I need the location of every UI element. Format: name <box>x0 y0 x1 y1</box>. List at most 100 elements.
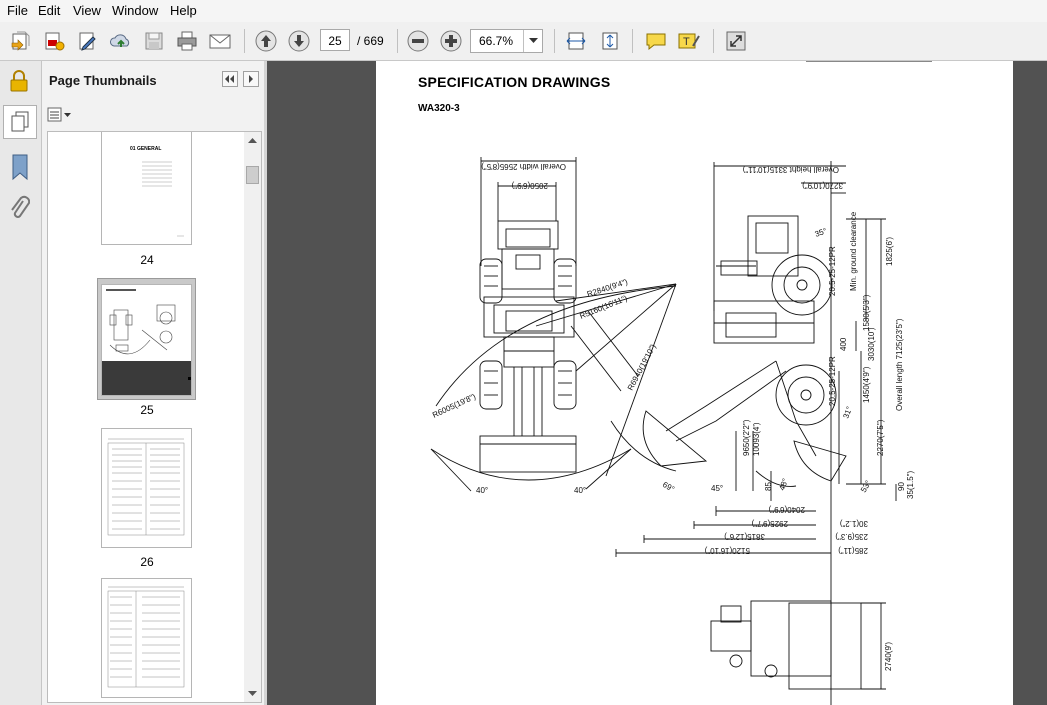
page-total: / 669 <box>357 34 384 48</box>
page-thumbnail-25[interactable] <box>101 284 192 396</box>
menu-edit[interactable]: Edit <box>38 3 60 18</box>
comment-icon[interactable] <box>643 28 669 54</box>
chevron-down-icon[interactable] <box>523 30 543 52</box>
double-chevron-left-icon <box>225 75 234 83</box>
next-panel-button[interactable] <box>243 71 259 87</box>
expand-icon[interactable] <box>723 28 749 54</box>
dim-a48: 48° <box>777 477 790 491</box>
menu-file[interactable]: File <box>7 3 28 18</box>
toolbar-separator <box>554 29 555 53</box>
dim-9650: 9650(2'2") <box>742 419 751 456</box>
thumbnail-list: 01 GENERAL 24 25 26 <box>47 131 262 703</box>
dim-overall-length: Overall length 7125(23'5") <box>895 318 904 411</box>
open-icon[interactable] <box>8 28 34 54</box>
scroll-down-icon[interactable] <box>244 686 261 700</box>
dim-a45: 45° <box>711 484 723 493</box>
menu-view[interactable]: View <box>73 3 101 18</box>
thumbnail-label: 26 <box>140 555 154 569</box>
dim-1580: 1580(5'3") <box>862 294 871 331</box>
toolbar: 25 / 669 66.7% T <box>0 22 1047 61</box>
toolbar-separator <box>632 29 633 53</box>
dim-1450: 1450(4'9") <box>862 366 871 403</box>
menu-help[interactable]: Help <box>170 3 197 18</box>
dim-2270: 2270(7'5") <box>876 419 885 456</box>
dim-35: 35(1.5") <box>906 470 915 499</box>
thumbnail-options-button[interactable] <box>47 107 73 126</box>
thumbnail-page-content <box>102 289 191 395</box>
zoom-in-icon[interactable] <box>438 28 464 54</box>
toolbar-separator <box>397 29 398 53</box>
zoom-select[interactable]: 66.7% <box>470 29 543 53</box>
pages-icon <box>11 111 29 132</box>
navigation-strip <box>0 61 42 705</box>
email-icon[interactable] <box>207 28 233 54</box>
menu-bar: File Edit View Window Help <box>0 0 1047 22</box>
dim-30: 30(1.2") <box>839 519 868 528</box>
print-icon[interactable] <box>174 28 200 54</box>
highlight-text-icon[interactable]: T <box>676 28 702 54</box>
dim-cab-height: 3270(10'9") <box>802 181 843 190</box>
edit-icon[interactable] <box>75 28 101 54</box>
scroll-thumb[interactable] <box>246 166 259 184</box>
dim-overall-height: Overall height 3315(10'11") <box>742 165 839 174</box>
dimension-labels: Overall width 2565(8'5") 2050(6'9") Over… <box>431 162 915 671</box>
collapse-panel-button[interactable] <box>222 71 238 87</box>
page-thumbnail-24[interactable]: 01 GENERAL <box>101 132 192 245</box>
toolbar-separator <box>244 29 245 53</box>
dim-min-clearance: Min. ground clearance <box>849 211 858 291</box>
thumbnail-scrollbar[interactable] <box>244 132 261 702</box>
dim-angle-left: 40° <box>476 486 488 495</box>
menu-window[interactable]: Window <box>112 3 158 18</box>
attachments-icon[interactable] <box>8 195 31 226</box>
svg-text:T: T <box>683 36 690 48</box>
dim-r6005: R6005(19'8") <box>431 392 477 420</box>
dim-overall-width: Overall width 2565(8'5") <box>481 162 566 171</box>
page-number-input[interactable]: 25 <box>320 29 350 51</box>
lock-icon <box>9 69 29 96</box>
dim-10093: 10093(4') <box>752 422 761 456</box>
scroll-up-icon[interactable] <box>244 134 261 148</box>
fit-page-icon[interactable] <box>597 28 623 54</box>
chevron-right-icon <box>249 75 253 83</box>
dim-3815: 3815(12'6") <box>724 532 765 541</box>
dim-2040: 2040(6'9") <box>768 505 805 514</box>
viewer-right-gutter <box>1013 61 1047 705</box>
bookmarks-icon[interactable] <box>9 153 31 184</box>
dim-1825: 1825(6') <box>885 237 894 266</box>
thumbnail-page-content <box>107 438 185 536</box>
top-view-drawing <box>430 157 677 492</box>
previous-page-icon[interactable] <box>253 28 279 54</box>
dim-2925: 2925(9'7") <box>751 519 788 528</box>
page-thumbnail-27[interactable] <box>101 578 192 698</box>
thumbnail-page-content <box>107 586 185 688</box>
next-page-icon[interactable] <box>286 28 312 54</box>
dim-a69: 69° <box>661 480 676 494</box>
document-viewer: SPECIFICATION DRAWINGS WA320-3 Overall w… <box>267 61 1047 705</box>
dim-3030: 3030(10') <box>867 327 876 361</box>
options-menu-icon <box>47 107 71 122</box>
create-pdf-icon[interactable] <box>41 28 67 54</box>
zoom-out-icon[interactable] <box>405 28 431 54</box>
page-thumbnail-26[interactable] <box>101 428 192 548</box>
side-view-drawing <box>610 61 932 705</box>
thumbnails-panel: Page Thumbnails 01 GENERAL 24 25 26 <box>42 61 264 705</box>
save-icon[interactable] <box>141 28 167 54</box>
share-cloud-icon[interactable] <box>108 28 134 54</box>
panel-title: Page Thumbnails <box>49 73 157 88</box>
dim-2740: 2740(9') <box>884 642 893 671</box>
page-thumbnails-tab[interactable] <box>3 105 37 139</box>
dim-5120: 5120(16'10") <box>704 546 750 555</box>
dim-angle-right: 40° <box>574 486 586 495</box>
dim-tread: 2050(6'9") <box>511 181 548 190</box>
toolbar-separator <box>713 29 714 53</box>
fit-width-icon[interactable] <box>563 28 589 54</box>
thumbnail-label: 25 <box>140 403 154 417</box>
dim-a35: 35° <box>814 226 828 239</box>
dim-85: 85 <box>764 482 773 491</box>
dim-a31: 31° <box>841 405 854 419</box>
dim-tire-front: 20.5-25-12PR <box>828 356 837 406</box>
dim-285: 285(11") <box>838 546 868 555</box>
dim-400: 400 <box>839 337 848 351</box>
zoom-value: 66.7% <box>479 34 514 48</box>
thumbnail-label: 24 <box>140 253 154 267</box>
